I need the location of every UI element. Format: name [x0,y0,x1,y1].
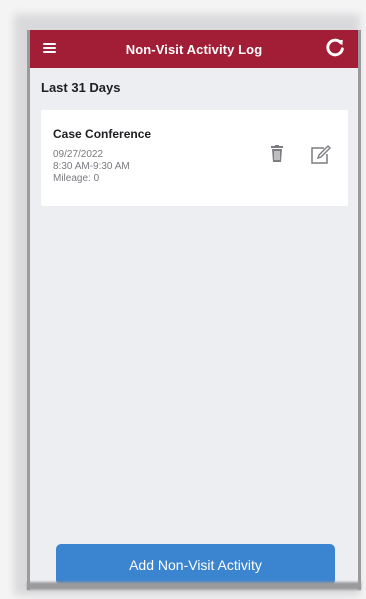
app-screen: Non-Visit Activity Log Last 31 Days Case… [27,30,361,590]
add-non-visit-activity-button[interactable]: Add Non-Visit Activity [56,544,335,585]
hamburger-menu-icon[interactable] [43,43,56,53]
refresh-icon[interactable] [324,37,346,59]
edit-icon[interactable] [309,145,331,165]
trash-icon[interactable] [270,145,284,163]
screen-bottom-border [27,582,361,590]
app-header: Non-Visit Activity Log [30,30,358,68]
activity-time: 8:30 AM-9:30 AM [53,161,130,172]
activity-mileage: Mileage: 0 [53,173,100,184]
section-title: Last 31 Days [41,80,121,95]
page: Non-Visit Activity Log Last 31 Days Case… [0,0,366,599]
activity-card[interactable]: Case Conference 09/27/2022 8:30 AM-9:30 … [41,110,348,206]
activity-title: Case Conference [53,127,152,141]
activity-date: 09/27/2022 [53,149,104,160]
page-title: Non-Visit Activity Log [125,41,263,57]
